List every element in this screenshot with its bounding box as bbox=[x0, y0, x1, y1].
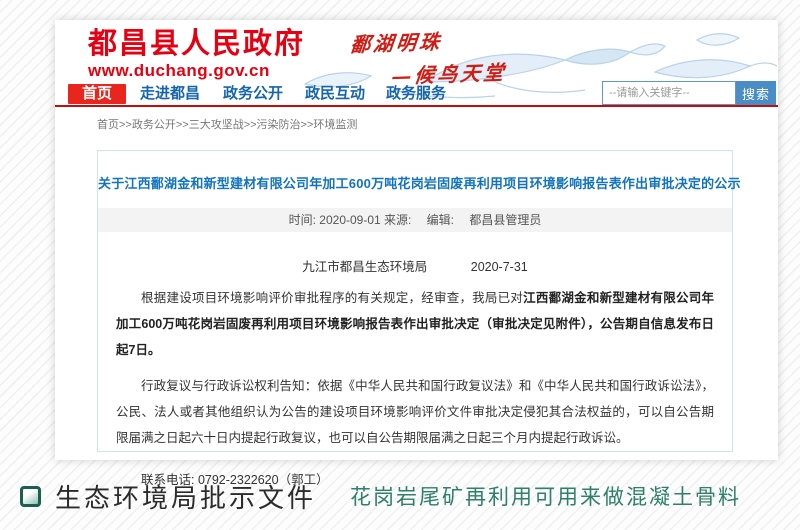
site-title: 都昌县人民政府 bbox=[88, 29, 305, 61]
main-nav: 首页 走进都昌 政务公开 政民互动 政务服务 搜索 bbox=[55, 84, 778, 105]
article-meta: 时间: 2020-09-01 来源: 编辑: 都昌县管理员 bbox=[98, 208, 732, 232]
page-background: 都昌县人民政府 www.duchang.gov.cn 鄱湖明珠 —候鸟天堂 首页… bbox=[0, 0, 800, 530]
search-bar: 搜索 bbox=[602, 81, 776, 105]
browser-page: 都昌县人民政府 www.duchang.gov.cn 鄱湖明珠 —候鸟天堂 首页… bbox=[55, 20, 778, 460]
caption-bar: 生态环境局批示文件 花岗岩尾矿再利用可用来做混凝土骨料 bbox=[20, 474, 790, 518]
site-logo[interactable]: 都昌县人民政府 www.duchang.gov.cn bbox=[88, 29, 305, 81]
nav-item-gov-affairs[interactable]: 政务公开 bbox=[223, 84, 283, 104]
nav-item-interaction[interactable]: 政民互动 bbox=[305, 84, 365, 104]
document-bullet-icon bbox=[20, 486, 41, 507]
nav-item-home[interactable]: 首页 bbox=[68, 84, 126, 104]
article-paragraph-2: 行政复议与行政诉讼权利告知：依据《中华人民共和国行政复议法》和《中华人民共和国行… bbox=[116, 373, 714, 451]
nav-divider-line bbox=[55, 105, 778, 107]
article-paragraph-1: 根据建设项目环境影响评价审批程序的有关规定，经审查，我局已对江西鄱湖金和新型建材… bbox=[116, 285, 714, 363]
paragraph-1-normal: 根据建设项目环境影响评价审批程序的有关规定，经审查，我局已对 bbox=[141, 291, 523, 305]
caption-title: 生态环境局批示文件 bbox=[55, 478, 316, 515]
site-url: www.duchang.gov.cn bbox=[88, 61, 305, 81]
article-title: 关于江西鄱湖金和新型建材有限公司年加工600万吨花岗岩固废再利用项目环境影响报告… bbox=[98, 173, 732, 192]
search-button[interactable]: 搜索 bbox=[736, 81, 776, 105]
article-container: 关于江西鄱湖金和新型建材有限公司年加工600万吨花岗岩固废再利用项目环境影响报告… bbox=[97, 150, 733, 452]
nav-item-gov-services[interactable]: 政务服务 bbox=[386, 84, 446, 104]
breadcrumb[interactable]: 首页>>政务公开>>三大攻坚战>>污染防治>>环境监测 bbox=[97, 116, 357, 132]
caption-subtitle: 花岗岩尾矿再利用可用来做混凝土骨料 bbox=[350, 481, 741, 511]
search-input[interactable] bbox=[602, 81, 736, 105]
nav-item-about-duchang[interactable]: 走进都昌 bbox=[140, 84, 200, 104]
site-slogan: 鄱湖明珠 —候鸟天堂 bbox=[350, 23, 507, 90]
issuer-line: 九江市都昌生态环境局 2020-7-31 bbox=[98, 256, 732, 275]
issue-date: 2020-7-31 bbox=[471, 260, 528, 274]
issuing-agency: 九江市都昌生态环境局 bbox=[302, 260, 427, 274]
slogan-line-1: 鄱湖明珠 bbox=[349, 23, 507, 58]
